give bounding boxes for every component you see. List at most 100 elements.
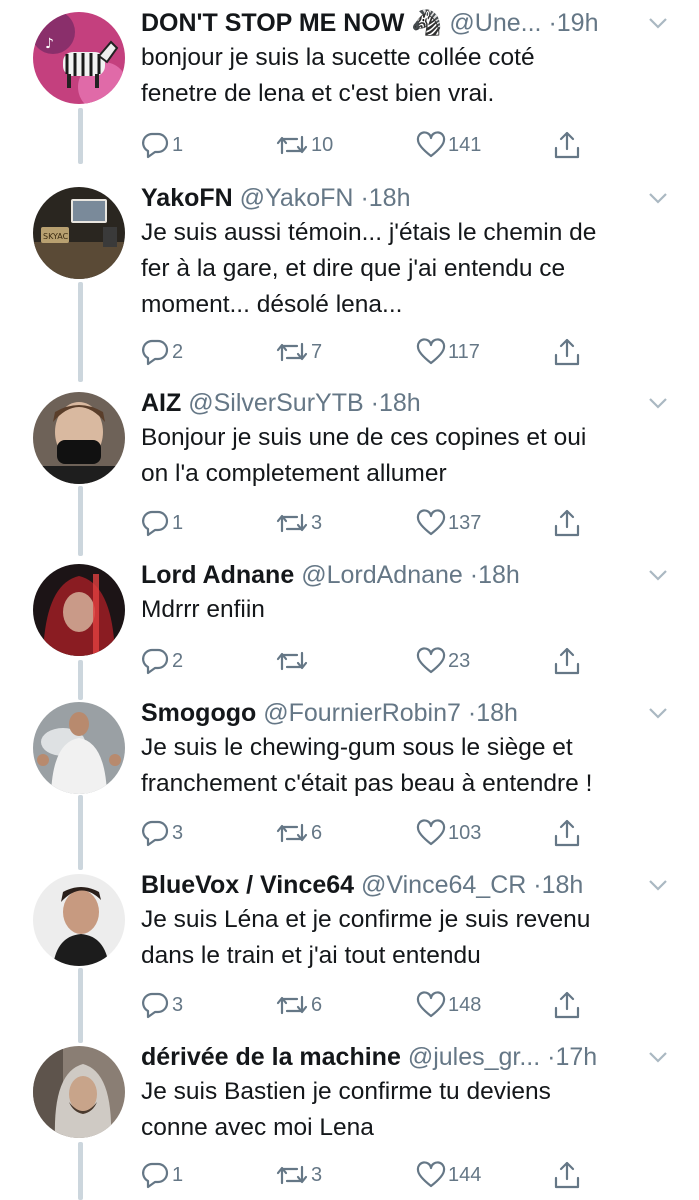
retweet-button[interactable]: [275, 644, 311, 678]
reply-count: 2: [172, 650, 184, 672]
tweet[interactable]: dérivée de la machine @jules_gr... ·17h …: [0, 1034, 699, 1200]
user-handle[interactable]: @YakoFN: [240, 184, 354, 212]
tweet[interactable]: Lord Adnane @LordAdnane ·18h Mdrrr enfii…: [0, 552, 699, 690]
tweet[interactable]: ♪ DON'T STOP ME NOW 🦓 @Une... ·19h bonjo…: [0, 0, 699, 170]
share-icon: [554, 338, 580, 366]
reply-count: 3: [172, 994, 184, 1016]
share-button[interactable]: [552, 506, 582, 540]
share-icon: [554, 509, 580, 537]
share-icon: [554, 131, 580, 159]
display-name[interactable]: YakoFN: [141, 184, 233, 212]
avatar[interactable]: [33, 1046, 125, 1138]
tweet-actions: 3 6 148: [0, 988, 699, 1022]
tweet-header: YakoFN @YakoFN ·18h: [141, 181, 641, 215]
tweet-text-line: Je suis Bastien je confirme tu deviens: [141, 1078, 551, 1105]
like-button[interactable]: 141: [416, 128, 481, 162]
tweet-actions: 1 3 137: [0, 506, 699, 540]
display-name[interactable]: DON'T STOP ME NOW 🦓: [141, 9, 442, 37]
like-count: 141: [448, 134, 482, 156]
tweet-actions: 2 23: [0, 644, 699, 678]
reply-button[interactable]: 1: [140, 506, 183, 540]
avatar[interactable]: ♪: [33, 12, 125, 104]
like-button[interactable]: 148: [416, 988, 481, 1022]
retweet-button[interactable]: 3: [275, 506, 322, 540]
chevron-down-icon[interactable]: [647, 1048, 669, 1066]
chevron-down-icon[interactable]: [647, 876, 669, 894]
chevron-down-icon[interactable]: [647, 189, 669, 207]
reply-icon: [142, 820, 169, 847]
like-button[interactable]: 137: [416, 506, 481, 540]
retweet-button[interactable]: 3: [275, 1158, 322, 1192]
chevron-down-icon[interactable]: [647, 394, 669, 412]
share-button[interactable]: [552, 128, 582, 162]
retweet-button[interactable]: 7: [275, 335, 322, 369]
tweet-text-line: fenetre de lena et c'est bien vrai.: [141, 80, 495, 107]
timestamp[interactable]: 18h: [478, 561, 520, 589]
reply-button[interactable]: 1: [140, 128, 183, 162]
tweet[interactable]: AIZ @SilverSurYTB ·18h Bonjour je suis u…: [0, 380, 699, 552]
user-handle[interactable]: @Une...: [449, 9, 541, 37]
timestamp[interactable]: 19h: [557, 9, 599, 37]
reply-count: 2: [172, 341, 184, 363]
tweet[interactable]: BlueVox / Vince64 @Vince64_CR ·18h Je su…: [0, 862, 699, 1034]
like-button[interactable]: 144: [416, 1158, 481, 1192]
timestamp[interactable]: 18h: [476, 699, 518, 727]
chevron-down-icon[interactable]: [647, 14, 669, 32]
tweet-header: Lord Adnane @LordAdnane ·18h: [141, 558, 641, 592]
share-button[interactable]: [552, 988, 582, 1022]
tweet-text-line: bonjour je suis la sucette collée coté: [141, 44, 535, 71]
reply-button[interactable]: 2: [140, 335, 183, 369]
tweet[interactable]: SKYAC YakoFN @YakoFN ·18h Je suis aussi …: [0, 175, 699, 380]
user-handle[interactable]: @Vince64_CR: [361, 871, 526, 899]
share-button[interactable]: [552, 335, 582, 369]
reply-button[interactable]: 3: [140, 816, 183, 850]
tweet-text-line: Je suis Léna et je confirme je suis reve…: [141, 906, 591, 933]
avatar[interactable]: [33, 392, 125, 484]
display-name[interactable]: dérivée de la machine: [141, 1043, 401, 1071]
reply-button[interactable]: 3: [140, 988, 183, 1022]
share-button[interactable]: [552, 644, 582, 678]
reply-thread: ♪ DON'T STOP ME NOW 🦓 @Une... ·19h bonjo…: [0, 0, 699, 1200]
user-handle[interactable]: @LordAdnane: [301, 561, 463, 589]
tweet-text-line: conne avec moi Lena: [141, 1114, 374, 1141]
timestamp[interactable]: 18h: [369, 184, 411, 212]
like-button[interactable]: 117: [416, 335, 480, 369]
avatar[interactable]: [33, 564, 125, 656]
retweet-button[interactable]: 10: [275, 128, 333, 162]
separator-dot: ·: [548, 9, 557, 37]
display-name[interactable]: Lord Adnane: [141, 561, 294, 589]
tweet-text-line: Mdrrr enfiin: [141, 596, 265, 623]
chevron-down-icon[interactable]: [647, 566, 669, 584]
user-handle[interactable]: @jules_gr...: [408, 1043, 540, 1071]
retweet-button[interactable]: 6: [275, 816, 322, 850]
display-name[interactable]: AIZ: [141, 389, 181, 417]
avatar[interactable]: [33, 874, 125, 966]
reply-button[interactable]: 2: [140, 644, 183, 678]
retweet-count: 6: [311, 822, 323, 844]
share-button[interactable]: [552, 816, 582, 850]
like-button[interactable]: 23: [416, 644, 470, 678]
retweet-button[interactable]: 6: [275, 988, 322, 1022]
tweet-text: Je suis Bastien je confirme tu deviens c…: [141, 1074, 681, 1146]
tweet-header: DON'T STOP ME NOW 🦓 @Une... ·19h: [141, 6, 641, 40]
tweet[interactable]: Smogogo @FournierRobin7 ·18h Je suis le …: [0, 690, 699, 862]
display-name[interactable]: Smogogo: [141, 699, 256, 727]
timestamp[interactable]: 17h: [555, 1043, 597, 1071]
tweet-header: dérivée de la machine @jules_gr... ·17h: [141, 1040, 641, 1074]
share-button[interactable]: [552, 1158, 582, 1192]
share-icon: [554, 991, 580, 1019]
avatar[interactable]: SKYAC: [33, 187, 125, 279]
reply-icon: [142, 132, 169, 159]
chevron-down-icon[interactable]: [647, 704, 669, 722]
timestamp[interactable]: 18h: [379, 389, 421, 417]
reply-button[interactable]: 1: [140, 1158, 183, 1192]
display-name[interactable]: BlueVox / Vince64: [141, 871, 354, 899]
like-count: 117: [448, 341, 480, 363]
timestamp[interactable]: 18h: [542, 871, 584, 899]
reply-icon: [142, 648, 169, 675]
avatar[interactable]: [33, 702, 125, 794]
like-button[interactable]: 103: [416, 816, 481, 850]
reply-count: 3: [172, 822, 184, 844]
user-handle[interactable]: @SilverSurYTB: [188, 389, 363, 417]
user-handle[interactable]: @FournierRobin7: [263, 699, 461, 727]
